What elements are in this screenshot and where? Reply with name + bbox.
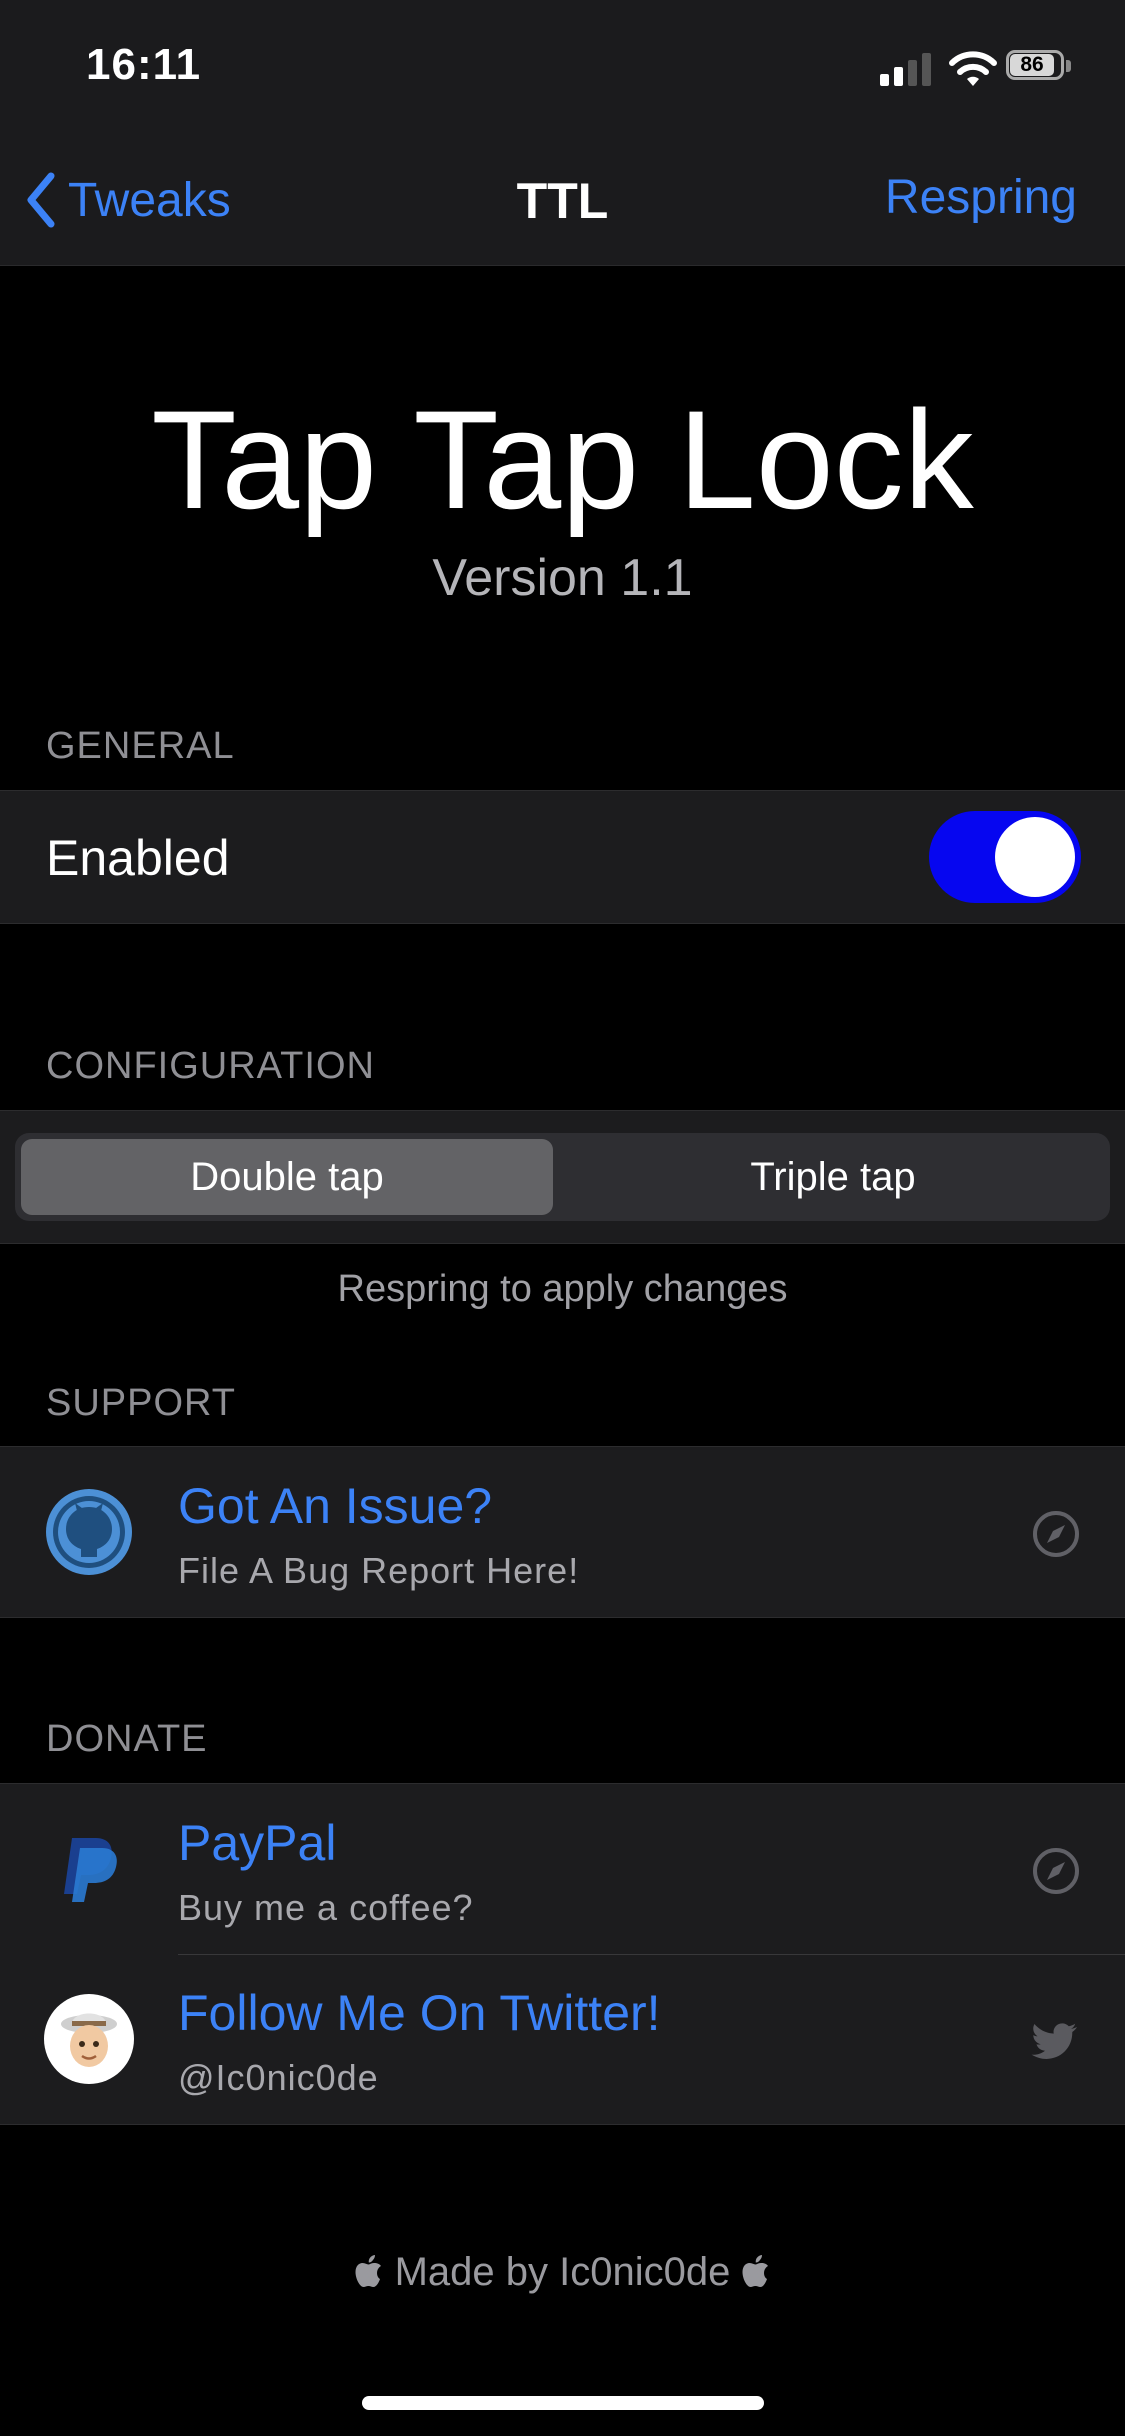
paypal-title: PayPal [178,1815,337,1871]
navigation-bar: Tweaks TTL Respring [0,130,1125,266]
cellular-signal-icon [880,50,932,86]
segment-triple-tap[interactable]: Triple tap [563,1139,1103,1215]
donate-group: PayPal Buy me a coffee? Follow Me On Twi… [0,1783,1125,2125]
twitter-bird-icon [1031,2023,1077,2059]
apple-logo-icon [355,2255,382,2287]
section-header-support: SUPPORT [46,1382,237,1424]
support-title: Got An Issue? [178,1478,493,1534]
general-group: Enabled [0,790,1125,924]
paypal-icon [64,1838,117,1902]
enabled-label: Enabled [46,830,230,886]
apple-logo-icon [742,2255,768,2287]
avatar [44,1994,134,2084]
safari-compass-icon [1033,1511,1079,1557]
section-header-configuration: CONFIGURATION [46,1045,375,1087]
footer-credit: Made by Ic0nic0de [0,2250,1125,2295]
tap-mode-segmented-control: Double tap Triple tap [15,1133,1110,1221]
configuration-footnote: Respring to apply changes [337,1268,788,1310]
battery-level: 86 [1020,53,1044,76]
section-header-general: GENERAL [46,725,235,767]
paypal-subtitle: Buy me a coffee? [178,1887,474,1928]
battery-icon: 86 [1006,50,1071,84]
twitter-subtitle: @Ic0nic0de [178,2057,379,2098]
safari-compass-icon [1033,1848,1079,1894]
section-header-donate: DONATE [46,1718,208,1760]
wifi-icon [949,51,997,86]
support-cell-issue[interactable]: Got An Issue? File A Bug Report Here! [0,1447,1125,1617]
support-group: Got An Issue? File A Bug Report Here! [0,1446,1125,1618]
status-bar: 16:11 86 [0,0,1125,130]
twitter-title: Follow Me On Twitter! [178,1985,661,2041]
support-subtitle: File A Bug Report Here! [178,1550,580,1591]
status-time: 16:11 [86,40,202,89]
home-indicator[interactable] [362,2396,764,2410]
donate-cell-paypal[interactable]: PayPal Buy me a coffee? [0,1784,1125,1954]
enabled-toggle[interactable] [929,811,1081,903]
version-label: Version 1.1 [432,549,693,607]
respring-button[interactable]: Respring [885,170,1077,225]
configuration-group: Double tap Triple tap [0,1110,1125,1244]
github-icon [46,1489,132,1575]
segment-double-tap[interactable]: Double tap [21,1139,553,1215]
tweak-title: Tap Tap Lock [151,381,974,538]
toggle-knob [995,817,1075,897]
footer-text: Made by Ic0nic0de [394,2250,731,2294]
donate-cell-twitter[interactable]: Follow Me On Twitter! @Ic0nic0de [0,1954,1125,2124]
